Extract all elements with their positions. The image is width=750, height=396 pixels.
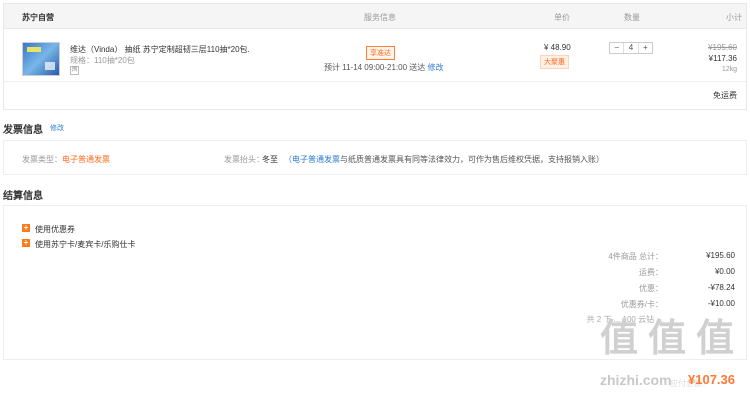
watermark: 值 值 值 bbox=[598, 312, 748, 364]
summary-row-total: 4件商品 总计： ¥195.60 bbox=[435, 251, 735, 263]
product-spec: 规格：110抽*20包 bbox=[70, 56, 135, 65]
summary-label: 优惠券/卡： bbox=[620, 300, 663, 309]
header-subtotal: 小计 bbox=[726, 13, 742, 22]
store-name: 苏宁自营 bbox=[22, 13, 54, 22]
card-expand-icon[interactable]: + bbox=[22, 239, 30, 247]
invoice-note-link[interactable]: （电子普通发票 bbox=[284, 155, 340, 164]
summary-value: ¥195.60 bbox=[706, 251, 735, 260]
invoice-type-value: 电子普通发票 bbox=[62, 155, 110, 164]
product-weight: 12kg bbox=[721, 66, 737, 73]
shipping-text: 免运费 bbox=[713, 91, 737, 100]
product-row: 维达（Vinda） 抽纸 苏宁定制超韧三层110抽*20包... 规格：110抽… bbox=[4, 30, 746, 82]
invoice-type-label: 发票类型： bbox=[22, 155, 62, 164]
invoice-head-label: 发票抬头： bbox=[224, 155, 264, 164]
total-value: ¥107.36 bbox=[688, 372, 735, 387]
delivery-text: 预计 11-14 09:00-21:00 送达 bbox=[324, 63, 426, 72]
header-qty: 数量 bbox=[624, 13, 640, 22]
summary-value: ¥0.00 bbox=[714, 267, 735, 276]
summary-label: 运费： bbox=[639, 268, 663, 277]
summary-row-discount: 优惠： -¥78.24 bbox=[435, 283, 735, 295]
summary-value: -¥10.00 bbox=[707, 299, 735, 308]
subtotal-original: ¥195.60 bbox=[708, 43, 737, 52]
coupon-expand-icon[interactable]: + bbox=[22, 224, 30, 232]
quantity-stepper: − 4 + bbox=[609, 42, 653, 54]
order-box: 苏宁自营 服务信息 单价 数量 小计 维达（Vinda） 抽纸 苏宁定制超韧三层… bbox=[3, 3, 747, 110]
watermark-glyph: 值 bbox=[696, 315, 735, 360]
invoice-title: 发票信息 bbox=[3, 125, 43, 136]
summary-label: 优惠： bbox=[639, 284, 663, 293]
header-service: 服务信息 bbox=[364, 13, 396, 22]
card-label[interactable]: 使用苏宁卡/麦宾卡/乐购仕卡 bbox=[35, 239, 135, 250]
header-price: 单价 bbox=[554, 13, 570, 22]
invoice-box: 发票类型： 电子普通发票 发票抬头： 冬至 （电子普通发票与纸质普通发票具有同等… bbox=[3, 140, 747, 175]
invoice-note-text: 与纸质普通发票具有同等法律效力，可作为售后维权凭据，支持报销入账） bbox=[340, 155, 604, 164]
summary-row-shipping: 运费： ¥0.00 bbox=[435, 267, 735, 279]
qty-plus-button[interactable]: + bbox=[639, 43, 652, 53]
subtotal-current: ¥117.36 bbox=[708, 54, 737, 63]
delivery-time: 预计 11-14 09:00-21:00 送达 修改 bbox=[324, 62, 443, 73]
promo-tag: 大聚惠 bbox=[540, 55, 569, 69]
invoice-head-value: 冬至 bbox=[262, 155, 278, 164]
qty-minus-button[interactable]: − bbox=[610, 43, 623, 53]
watermark-glyph: 值 bbox=[648, 315, 687, 360]
summary-row-coupon: 优惠券/卡： -¥10.00 bbox=[435, 299, 735, 311]
summary-label: 4件商品 总计： bbox=[608, 252, 663, 261]
coupon-label[interactable]: 使用优惠券 bbox=[35, 224, 75, 235]
product-thumbnail[interactable] bbox=[22, 42, 60, 76]
qty-value[interactable]: 4 bbox=[623, 43, 639, 53]
watermark-glyph: 值 bbox=[600, 315, 639, 360]
unit-price: ¥ 48.90 bbox=[544, 43, 571, 52]
delivery-edit-link[interactable]: 修改 bbox=[427, 63, 443, 72]
product-badge: 囤 bbox=[70, 66, 79, 75]
invoice-edit-link[interactable]: 修改 bbox=[50, 123, 64, 133]
settle-title: 结算信息 bbox=[3, 191, 43, 202]
service-tag: 享准达 bbox=[366, 46, 395, 60]
product-title[interactable]: 维达（Vinda） 抽纸 苏宁定制超韧三层110抽*20包... bbox=[70, 44, 250, 55]
order-header: 苏宁自营 服务信息 单价 数量 小计 bbox=[4, 4, 746, 29]
invoice-note: （电子普通发票与纸质普通发票具有同等法律效力，可作为售后维权凭据，支持报销入账） bbox=[284, 154, 604, 165]
summary-value: -¥78.24 bbox=[707, 283, 735, 292]
